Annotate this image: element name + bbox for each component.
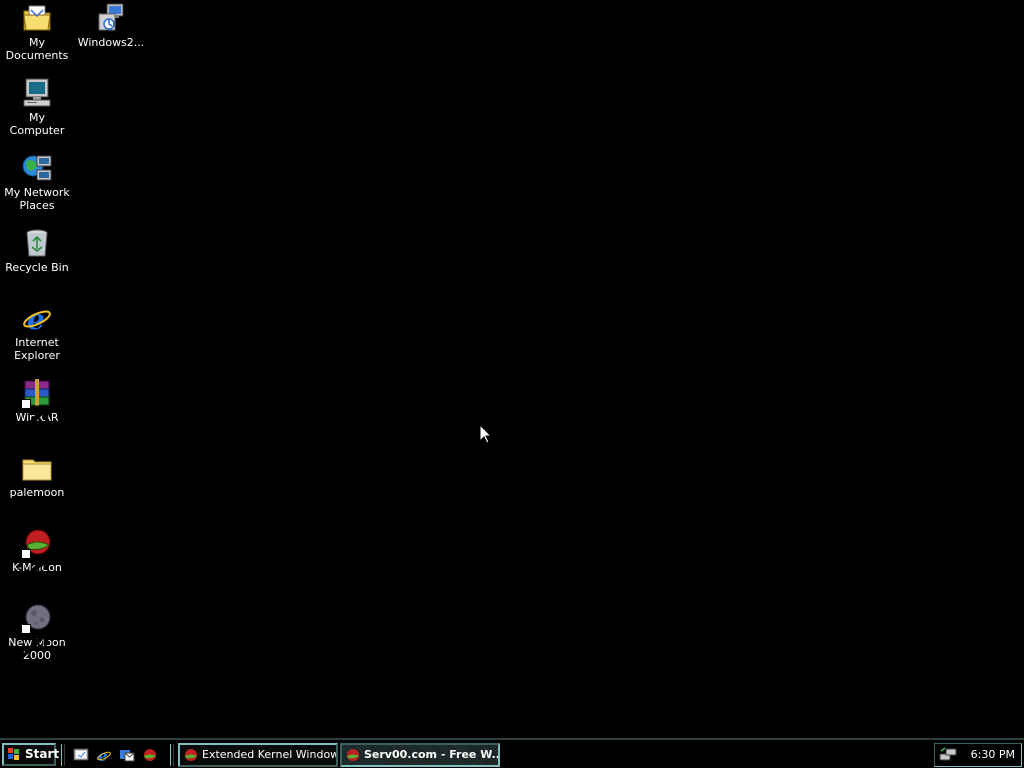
k-meleon-icon: [21, 527, 53, 580]
shortcut-arrow-icon: [21, 399, 49, 430]
new-moon-icon: [21, 602, 53, 655]
desktop-icon-label: Recycle Bin: [5, 261, 69, 274]
desktop-icon-label: My Network Places: [4, 186, 70, 212]
taskbar-grip[interactable]: [61, 744, 65, 766]
desktop[interactable]: My Documents Windows2... My Computer My …: [0, 0, 1024, 738]
shortcut-arrow-icon: [21, 624, 49, 655]
windows-flag-icon: [7, 748, 21, 761]
my-documents-folder-icon: [21, 2, 53, 34]
desktop-icon-palemoon[interactable]: palemoon: [0, 452, 74, 499]
system-tray: 6:30 PM: [934, 743, 1022, 767]
desktop-icon-winrar[interactable]: WinRAR: [0, 377, 74, 430]
taskbar-button-serv00[interactable]: Serv00.com - Free W...: [340, 743, 500, 767]
internet-explorer-icon[interactable]: e: [96, 747, 112, 763]
taskbar-grip[interactable]: [170, 744, 174, 766]
desktop-icon-internet-explorer[interactable]: e Internet Explorer: [0, 302, 74, 362]
my-computer-icon: [21, 77, 53, 109]
desktop-icon-my-computer[interactable]: My Computer: [0, 77, 74, 137]
outlook-express-icon[interactable]: [119, 747, 135, 763]
desktop-icon-label: My Computer: [9, 111, 65, 137]
svg-text:e: e: [98, 747, 108, 763]
shortcut-arrow-icon: [21, 549, 49, 580]
taskbar-button-label: Extended Kernel Windows...: [202, 748, 336, 761]
desktop-icon-my-network-places[interactable]: My Network Places: [0, 152, 74, 212]
mouse-cursor-icon: [479, 423, 493, 444]
desktop-icon-windows2[interactable]: Windows2...: [74, 2, 148, 49]
folder-icon: [21, 452, 53, 484]
windows-update-icon: [95, 2, 127, 34]
taskbar-button-extended-kernel[interactable]: Extended Kernel Windows...: [178, 743, 338, 767]
network-connection-icon[interactable]: [939, 747, 957, 763]
desktop-icon-label: palemoon: [9, 486, 65, 499]
k-meleon-icon: [183, 747, 199, 763]
taskbar-button-label: Serv00.com - Free W...: [364, 748, 500, 761]
internet-explorer-icon: e: [21, 302, 53, 334]
start-label: Start: [25, 747, 60, 761]
desktop-icon-recycle-bin[interactable]: Recycle Bin: [0, 227, 74, 274]
winrar-icon: [21, 377, 53, 430]
k-meleon-icon: [345, 747, 361, 763]
network-places-icon: [21, 152, 53, 184]
show-desktop-icon[interactable]: [73, 747, 89, 763]
desktop-icon-new-moon-2000[interactable]: New Moon 2000: [0, 602, 74, 662]
desktop-icon-k-meleon[interactable]: K-Meleon: [0, 527, 74, 580]
desktop-icon-label: Internet Explorer: [14, 336, 60, 362]
start-button[interactable]: Start: [2, 743, 60, 766]
desktop-icon-label: My Documents: [5, 36, 69, 62]
taskbar: Start e Extended Kernel Windows... Serv0…: [0, 738, 1024, 768]
k-meleon-icon[interactable]: [142, 747, 158, 763]
desktop-icon-my-documents[interactable]: My Documents: [0, 2, 74, 62]
recycle-bin-icon: [21, 227, 53, 259]
desktop-icon-label: Windows2...: [77, 36, 145, 49]
clock[interactable]: 6:30 PM: [971, 747, 1015, 763]
